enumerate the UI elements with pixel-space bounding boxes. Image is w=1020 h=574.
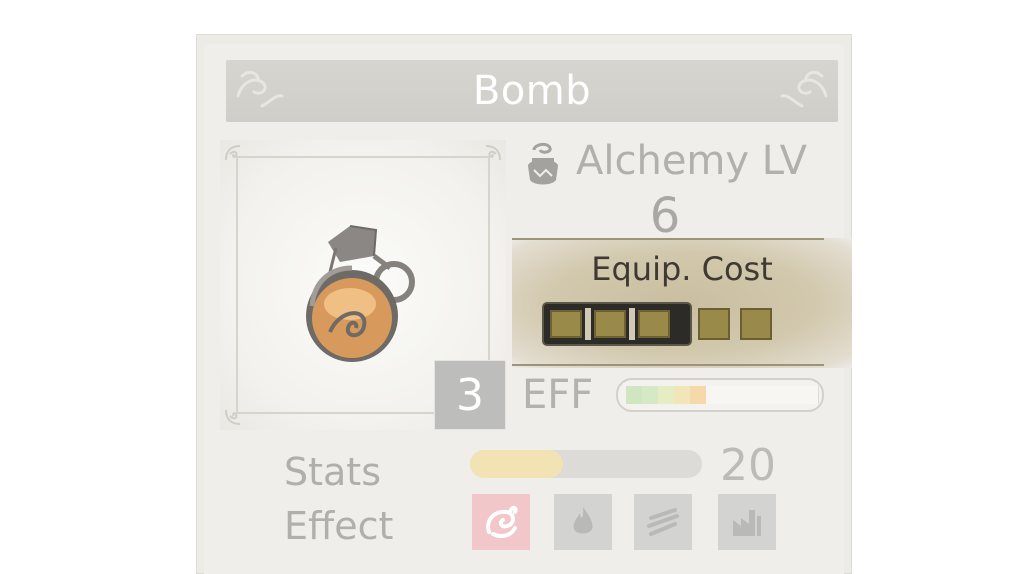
alchemy-level-label: Alchemy LV	[576, 138, 808, 184]
stats-bar-fill	[470, 450, 563, 478]
fire-swirl-icon[interactable]	[472, 494, 530, 550]
eff-segment-empty	[802, 386, 819, 404]
title-bar: Bomb	[226, 60, 838, 122]
equip-cost-panel: Equip. Cost	[512, 238, 852, 368]
divider	[512, 238, 824, 240]
used-slot-group	[544, 304, 690, 344]
eff-segment-empty	[738, 386, 755, 404]
corner-ornament-icon	[225, 145, 241, 161]
eff-segment-filled	[626, 386, 643, 404]
factory-icon[interactable]	[718, 494, 776, 550]
alchemy-level-value: 6	[649, 188, 681, 244]
stats-value: 20	[720, 440, 776, 491]
cost-slot-used	[594, 310, 626, 338]
eff-gauge	[616, 378, 824, 412]
eff-segment-empty	[722, 386, 739, 404]
cost-slot-used	[550, 310, 582, 338]
corner-ornament-icon	[485, 145, 501, 161]
equip-cost-title: Equip. Cost	[591, 250, 773, 288]
eff-segment-filled	[658, 386, 675, 404]
divider	[512, 364, 824, 366]
wind-lines-icon[interactable]	[634, 494, 692, 550]
cost-slot-free	[740, 308, 772, 340]
eff-segment-filled	[690, 386, 707, 404]
eff-label: EFF	[522, 372, 594, 418]
slot-divider	[629, 308, 635, 340]
item-name: Bomb	[472, 68, 592, 114]
corner-ornament-icon	[225, 409, 241, 425]
cost-slot-free	[698, 308, 730, 340]
stats-label: Stats	[284, 450, 382, 494]
item-level-badge: 3	[434, 360, 506, 430]
eff-segment-empty	[706, 386, 723, 404]
alchemy-pot-icon	[528, 142, 558, 185]
eff-segment-filled	[674, 386, 691, 404]
cost-slot-used	[638, 310, 670, 338]
effect-label: Effect	[284, 504, 394, 548]
flame-icon[interactable]	[554, 494, 612, 550]
eff-segment-empty	[786, 386, 803, 404]
bomb-icon	[306, 225, 415, 362]
stats-bar	[470, 450, 702, 478]
flourish-ornament-icon	[236, 70, 284, 108]
flourish-ornament-icon	[780, 70, 828, 108]
eff-segment-filled	[642, 386, 659, 404]
eff-segment-empty	[754, 386, 771, 404]
slot-divider	[585, 308, 591, 340]
eff-segment-empty	[770, 386, 787, 404]
